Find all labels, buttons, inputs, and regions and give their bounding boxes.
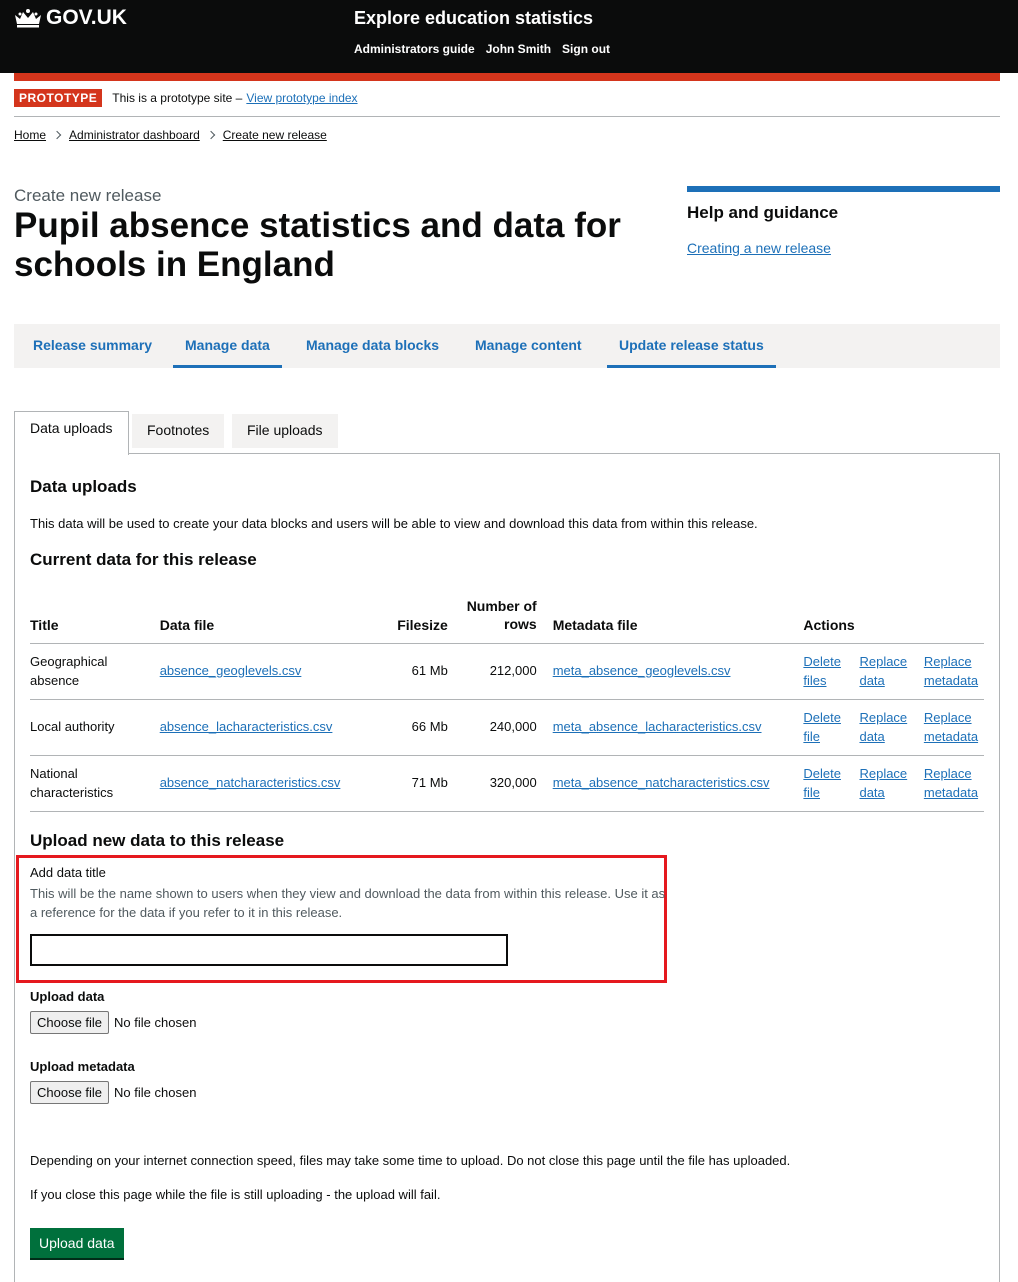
column-header-filesize: Filesize — [365, 593, 464, 644]
replace-metadata-link[interactable]: Replace metadata — [924, 710, 978, 744]
row-title: National characteristics — [30, 755, 160, 812]
tab-manage-data[interactable]: Manage data — [173, 324, 282, 368]
site-header: GOV.UK Explore education statistics Admi… — [0, 0, 1018, 73]
metadata-file-status: No file chosen — [114, 1085, 197, 1100]
page-title: Pupil absence statistics and data for sc… — [14, 206, 621, 284]
upload-notice: Depending on your internet connection sp… — [30, 1153, 791, 1168]
govuk-logo[interactable]: GOV.UK — [14, 6, 127, 30]
row-filesize: 61 Mb — [365, 643, 464, 700]
page-caption: Create new release — [14, 186, 162, 205]
data-title-label: Add data title — [30, 865, 106, 880]
row-count: 212,000 — [463, 643, 553, 700]
replace-metadata-link[interactable]: Replace metadata — [924, 654, 978, 688]
chevron-right-icon — [52, 130, 62, 140]
tab-release-summary[interactable]: Release summary — [21, 324, 164, 368]
choose-metadata-file-button[interactable]: Choose file — [30, 1081, 110, 1104]
subtab-footnotes[interactable]: Footnotes — [132, 414, 225, 448]
breadcrumb-admin-dashboard[interactable]: Administrator dashboard — [69, 128, 200, 142]
phase-banner: PROTOTYPE This is a prototype site – Vie… — [14, 89, 358, 107]
row-count: 240,000 — [463, 699, 553, 756]
upload-metadata-label: Upload metadata — [30, 1059, 135, 1074]
metadata-file-link[interactable]: meta_absence_natcharacteristics.csv — [553, 775, 770, 790]
help-guidance-panel: Help and guidance Creating a new release — [687, 186, 1000, 258]
crown-icon — [15, 9, 41, 28]
subtab-file-uploads[interactable]: File uploads — [232, 414, 338, 448]
data-title-hint: This will be the name shown to users whe… — [30, 886, 666, 920]
replace-data-link[interactable]: Replace data — [859, 654, 907, 688]
upload-data-button[interactable]: Upload data — [30, 1228, 124, 1258]
row-title: Local authority — [30, 699, 160, 756]
data-uploads-intro: This data will be used to create your da… — [30, 516, 758, 531]
delete-file-link[interactable]: Delete file — [803, 710, 841, 744]
data-file-link[interactable]: absence_natcharacteristics.csv — [160, 775, 341, 790]
metadata-file-link[interactable]: meta_absence_geoglevels.csv — [553, 663, 731, 678]
column-header-actions: Actions — [803, 593, 984, 644]
column-header-metadata-file: Metadata file — [552, 593, 804, 644]
tab-manage-data-blocks[interactable]: Manage data blocks — [294, 324, 451, 368]
data-table: Title Data file Filesize Number of rows … — [30, 593, 984, 812]
divider — [14, 116, 1000, 117]
data-file-status: No file chosen — [114, 1015, 197, 1030]
replace-data-link[interactable]: Replace data — [859, 766, 907, 800]
column-header-title: Title — [30, 593, 160, 644]
nav-user-name[interactable]: John Smith — [486, 42, 551, 56]
data-uploads-heading: Data uploads — [30, 477, 137, 496]
table-row: Local authority absence_lacharacteristic… — [30, 699, 984, 756]
header-nav: Administrators guide John Smith Sign out — [354, 42, 610, 56]
data-file-link[interactable]: absence_lacharacteristics.csv — [160, 719, 333, 734]
breadcrumb-create-release[interactable]: Create new release — [223, 128, 327, 142]
header-accent-bar — [14, 73, 1000, 81]
delete-files-link[interactable]: Delete files — [803, 654, 841, 688]
tab-update-release-status[interactable]: Update release status — [607, 324, 776, 368]
subtab-data-uploads[interactable]: Data uploads — [14, 411, 129, 455]
creating-release-link[interactable]: Creating a new release — [687, 240, 831, 256]
table-row: National characteristics absence_natchar… — [30, 755, 984, 812]
choose-data-file-button[interactable]: Choose file — [30, 1011, 110, 1034]
upload-data-label: Upload data — [30, 989, 105, 1004]
upload-warning: If you close this page while the file is… — [30, 1187, 441, 1202]
prototype-index-link[interactable]: View prototype index — [246, 91, 357, 105]
delete-file-link[interactable]: Delete file — [803, 766, 841, 800]
row-filesize: 71 Mb — [365, 755, 464, 812]
upload-data-field: Choose file No file chosen — [30, 1011, 196, 1034]
release-nav: Release summary Manage data Manage data … — [14, 324, 1000, 368]
chevron-right-icon — [206, 130, 215, 140]
service-name[interactable]: Explore education statistics — [354, 8, 593, 29]
nav-sign-out[interactable]: Sign out — [562, 42, 610, 56]
table-header-row: Title Data file Filesize Number of rows … — [30, 593, 984, 644]
row-title: Geographical absence — [30, 643, 160, 700]
upload-metadata-field: Choose file No file chosen — [30, 1081, 196, 1104]
metadata-file-link[interactable]: meta_absence_lacharacteristics.csv — [553, 719, 762, 734]
nav-administrators-guide[interactable]: Administrators guide — [354, 42, 475, 56]
tab-manage-content[interactable]: Manage content — [463, 324, 594, 368]
phase-text: This is a prototype site – — [112, 91, 243, 105]
breadcrumb-home[interactable]: Home — [14, 128, 46, 142]
breadcrumb: Home Administrator dashboard Create new … — [14, 128, 327, 142]
data-title-input[interactable] — [30, 934, 508, 966]
row-filesize: 66 Mb — [365, 699, 464, 756]
table-row: Geographical absence absence_geoglevels.… — [30, 643, 984, 700]
replace-data-link[interactable]: Replace data — [859, 710, 907, 744]
replace-metadata-link[interactable]: Replace metadata — [924, 766, 978, 800]
column-header-rows: Number of rows — [463, 593, 553, 644]
data-file-link[interactable]: absence_geoglevels.csv — [160, 663, 302, 678]
row-count: 320,000 — [463, 755, 553, 812]
help-heading: Help and guidance — [687, 203, 839, 222]
logo-text: GOV.UK — [46, 6, 127, 29]
current-data-heading: Current data for this release — [30, 550, 257, 569]
phase-tag: PROTOTYPE — [14, 89, 103, 107]
column-header-data-file: Data file — [159, 593, 366, 644]
upload-heading: Upload new data to this release — [30, 831, 285, 850]
